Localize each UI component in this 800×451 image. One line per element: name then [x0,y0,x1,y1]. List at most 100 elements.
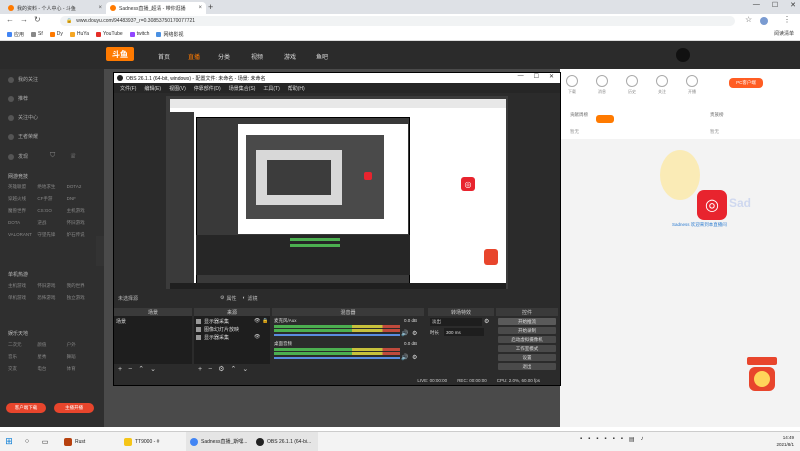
down-icon[interactable]: ⌄ [242,365,248,373]
close-tab-icon[interactable]: × [98,5,102,11]
reading-list[interactable]: 阅读清单 [774,30,794,37]
shield-icon[interactable]: ⛉ [50,152,55,160]
category-link[interactable]: CF手游 [37,196,66,202]
exit-button[interactable]: 退出 [498,363,556,370]
minimize-button[interactable]: — [518,73,524,80]
menu-view[interactable]: 视图(V) [169,85,186,92]
volume-slider[interactable] [274,357,400,359]
nav-yuba[interactable]: 鱼吧 [316,52,328,61]
close-button[interactable]: ✕ [790,1,796,9]
category-link[interactable]: 体育 [67,366,96,372]
rank-tab[interactable]: 贵族榜 [710,112,724,118]
sidebar-item-follow[interactable]: 我的关注 [8,76,38,83]
category-link[interactable]: 星秀 [37,354,66,360]
sidebar-item-recommend[interactable]: 推荐 [8,95,28,102]
category-link[interactable]: 怀旧游戏 [67,220,96,226]
back-icon[interactable]: ← [6,15,14,24]
profile-avatar[interactable] [760,17,768,25]
pc-client-button[interactable]: PC客户端 [729,78,763,88]
category-link[interactable]: DOTA [8,220,37,226]
category-link[interactable]: 交友 [8,366,37,372]
tray-icon[interactable]: ▪ [621,436,623,443]
history-icon[interactable]: 历史 [626,75,638,95]
category-link[interactable]: 恐怖游戏 [37,295,66,301]
up-icon[interactable]: ⌃ [138,365,144,373]
bookmark-item[interactable]: twitch [129,31,149,37]
bookmark-item[interactable]: YouTube [96,31,123,37]
browser-tab[interactable]: 我的资料 - 个人中心 - 斗鱼 × [4,2,106,14]
remove-icon[interactable]: − [208,366,212,373]
volume-slider[interactable] [274,334,400,336]
menu-edit[interactable]: 编辑(E) [144,85,161,92]
gear-icon[interactable]: ⚙ [218,365,224,373]
search-icon[interactable]: ○ [18,432,36,451]
nav-home[interactable]: 首页 [158,52,170,61]
nav-category[interactable]: 分类 [218,52,230,61]
nav-live[interactable]: 直播 [188,52,200,61]
gift-box-icon[interactable] [745,353,779,393]
download-icon[interactable]: 下载 [566,75,578,95]
start-streaming-button[interactable]: 开始推流 [498,318,556,325]
taskbar-app[interactable]: Sadness直播_斯嘿... [186,432,252,451]
category-link[interactable]: 舞蹈 [67,354,96,360]
lock-icon[interactable]: 🔒 [262,318,268,324]
tray-icon[interactable]: ▪ [613,436,615,443]
eye-icon[interactable]: 👁 [254,318,260,324]
nav-video[interactable]: 视频 [251,52,263,61]
speaker-icon[interactable]: 🔊 [401,354,408,361]
network-icon[interactable]: ▤ [629,436,635,443]
down-icon[interactable]: ⌄ [150,365,156,373]
duration-input[interactable]: 300 ms [444,328,484,336]
category-link[interactable]: 户外 [67,342,96,348]
task-view-icon[interactable]: ▭ [36,432,54,451]
category-link[interactable]: 穿越火线 [8,196,37,202]
settings-button[interactable]: 设置 [498,354,556,361]
transition-select[interactable]: 淡出 [430,318,482,326]
add-icon[interactable]: + [118,366,122,373]
category-link[interactable]: 逆战 [37,220,66,226]
virtual-camera-button[interactable]: 启动虚拟摄像机 [498,336,556,343]
bookmark-item[interactable]: Sf [31,31,43,37]
eye-icon[interactable]: 👁 [254,334,260,340]
category-link[interactable]: DOTA2 [67,184,96,190]
sidebar-item-discover[interactable]: 发现 [8,153,28,160]
category-link[interactable]: 单机游戏 [8,295,37,301]
nav-game[interactable]: 游戏 [284,52,296,61]
menu-file[interactable]: 文件(F) [120,85,136,92]
broadcast-icon[interactable]: 开播 [686,75,698,95]
category-link[interactable]: 怀旧游戏 [37,283,66,289]
filters-button[interactable]: ◐ 滤镜 [243,295,258,302]
gear-icon[interactable]: ⚙ [412,330,417,337]
forward-icon[interactable]: → [20,15,28,24]
sidebar-item-center[interactable]: 关注中心 [8,114,38,121]
up-icon[interactable]: ⌃ [230,365,236,373]
category-link[interactable]: 守望先锋 [37,232,66,238]
maximize-button[interactable]: ☐ [534,73,539,80]
source-item[interactable]: 显示器采集 [196,318,229,325]
start-button[interactable]: ⊞ [0,432,18,451]
bookmark-item[interactable]: 网络影视 [156,31,183,38]
category-link[interactable]: 英雄联盟 [8,184,37,190]
medal-icon[interactable]: ♕ [70,152,76,160]
sidebar-collapse-handle[interactable] [96,236,104,266]
minimize-button[interactable]: — [753,1,760,9]
taskbar-app[interactable]: TT9000 - # [120,432,186,451]
douyu-logo[interactable]: 斗鱼 [106,47,134,61]
tray-icon[interactable]: ▪ [588,436,590,443]
reload-icon[interactable]: ↻ [34,15,41,24]
gear-icon[interactable]: ⚙ [412,354,417,361]
taskbar-app[interactable]: OBS 26.1.1 (64-bi... [252,432,318,451]
taskbar-clock[interactable]: 14:49 2021/8/1 [776,434,794,448]
maximize-button[interactable]: ☐ [772,1,778,9]
message-icon[interactable]: 消息 [596,75,608,95]
tray-icon[interactable]: ▪ [580,436,582,443]
category-link[interactable]: 电台 [37,366,66,372]
scene-item[interactable]: 场景 [116,318,126,325]
category-link[interactable]: 我的世界 [67,283,96,289]
follow-icon[interactable]: 关注 [656,75,668,95]
speaker-icon[interactable]: 🔊 [401,330,408,337]
category-link[interactable]: 颜值 [37,342,66,348]
remove-icon[interactable]: − [128,366,132,373]
new-tab-button[interactable]: + [208,2,213,12]
category-link[interactable]: VALORANT [8,232,37,238]
